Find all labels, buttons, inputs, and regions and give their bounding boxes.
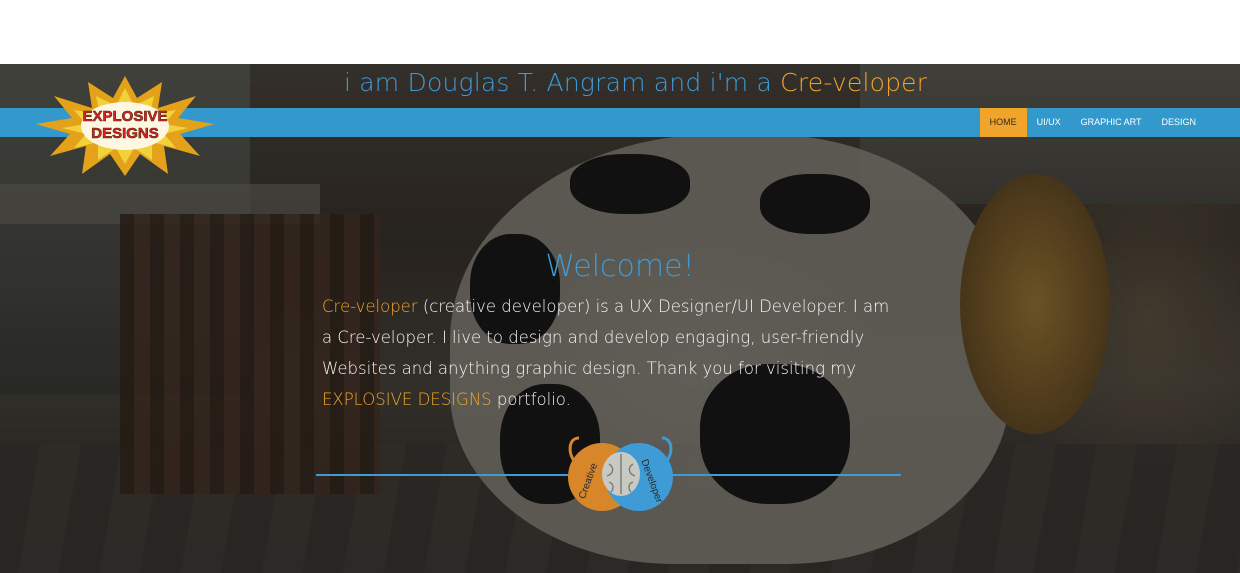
intro-text-end: portfolio. bbox=[496, 390, 571, 409]
tagline-text: i am Douglas T. Angram and i'm a bbox=[344, 68, 773, 97]
intro-accent-explosive-designs: EXPLOSIVE DESIGNS bbox=[322, 390, 492, 409]
logo-text-line2: DESIGNS bbox=[91, 125, 159, 142]
nav-item-ui-ux[interactable]: UI/UX bbox=[1027, 108, 1071, 137]
tagline-accent: Cre-veloper bbox=[780, 68, 928, 97]
nav-item-home[interactable]: HOME bbox=[979, 108, 1027, 137]
nav-item-design[interactable]: DESIGN bbox=[1151, 108, 1206, 137]
nav-item-graphic-art[interactable]: GRAPHIC ART bbox=[1071, 108, 1152, 137]
creative-developer-emblem: Creative Developer bbox=[568, 436, 673, 511]
page-tagline: i am Douglas T. Angram and i'm a Cre-vel… bbox=[344, 68, 927, 97]
intro-accent-creveloper: Cre-veloper bbox=[322, 297, 418, 316]
main-nav: HOME UI/UX GRAPHIC ART DESIGN bbox=[979, 108, 1206, 137]
explosive-designs-logo[interactable]: EXPLOSIVE DESIGNS bbox=[36, 76, 214, 176]
top-white-band bbox=[0, 0, 1240, 64]
intro-paragraph: Cre-veloper (creative developer) is a UX… bbox=[322, 291, 892, 415]
hero-section: i am Douglas T. Angram and i'm a Cre-vel… bbox=[0, 64, 1240, 573]
welcome-heading: Welcome! bbox=[545, 249, 695, 284]
logo-text-line1: EXPLOSIVE bbox=[82, 108, 167, 125]
